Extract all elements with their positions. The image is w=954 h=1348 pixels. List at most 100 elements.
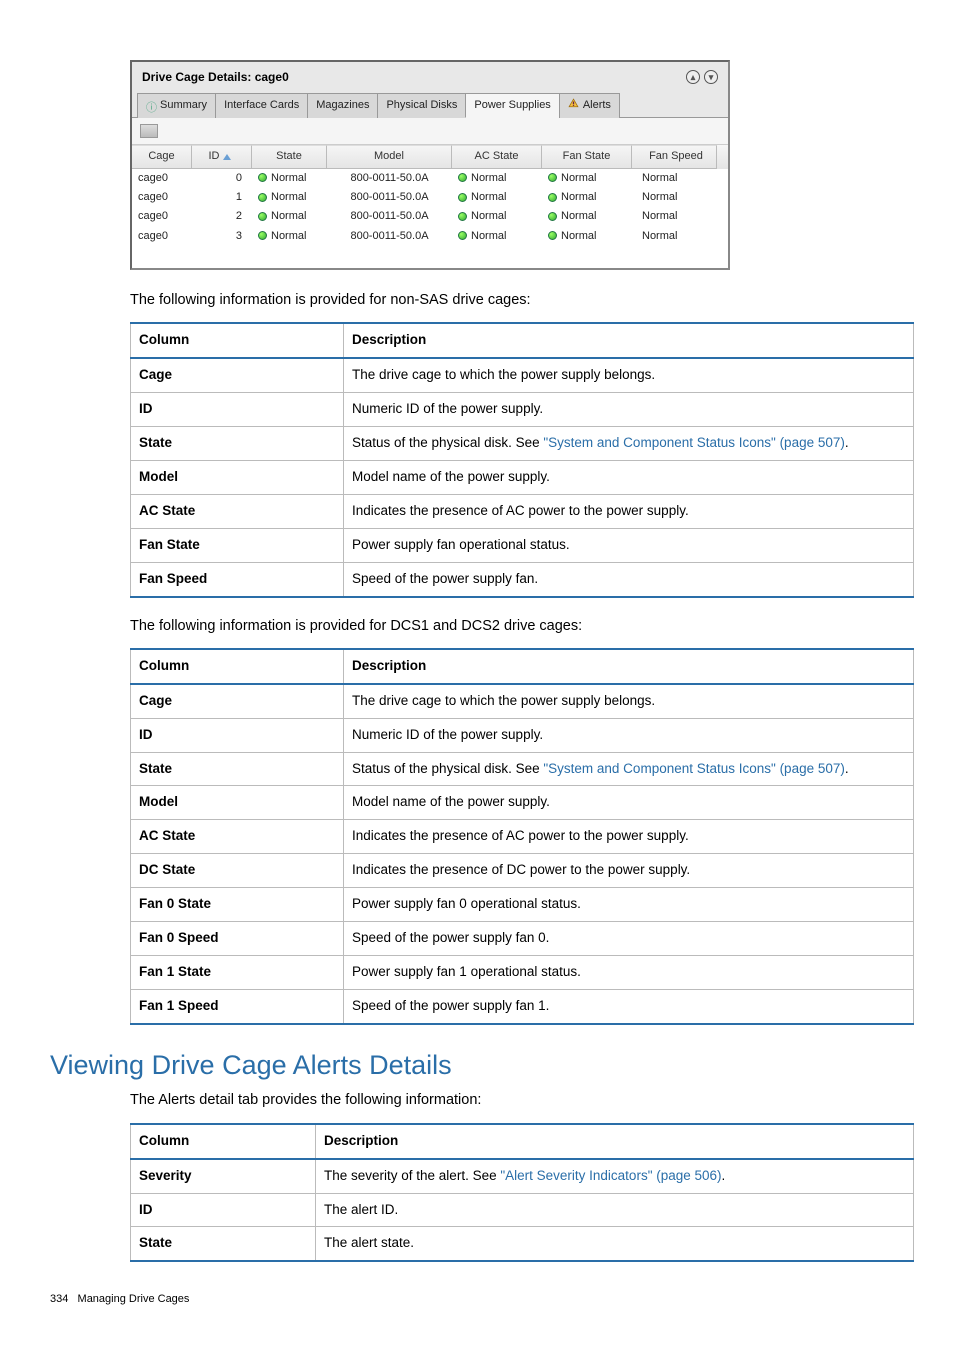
table-row: AC StateIndicates the presence of AC pow…: [131, 820, 914, 854]
section-heading: Viewing Drive Cage Alerts Details: [50, 1047, 914, 1085]
table-row[interactable]: cage02Normal800-0011-50.0ANormalNormalNo…: [132, 207, 728, 226]
th-desc: Description: [316, 1124, 914, 1159]
table-row: IDThe alert ID.: [131, 1193, 914, 1227]
column-name: Fan 0 State: [131, 888, 344, 922]
column-name: Fan 0 Speed: [131, 921, 344, 955]
column-name: ID: [131, 393, 344, 427]
table-row: Fan SpeedSpeed of the power supply fan.: [131, 562, 914, 596]
tab-interface-cards[interactable]: Interface Cards: [215, 93, 308, 118]
column-desc: Speed of the power supply fan 1.: [344, 989, 914, 1023]
th-desc: Description: [344, 323, 914, 358]
column-name: Fan 1 Speed: [131, 989, 344, 1023]
column-name: DC State: [131, 854, 344, 888]
export-icon[interactable]: [140, 124, 158, 138]
col-cage[interactable]: Cage: [132, 145, 192, 168]
tab-label: Interface Cards: [224, 98, 299, 113]
column-desc: Indicates the presence of DC power to th…: [344, 854, 914, 888]
th-column: Column: [131, 1124, 316, 1159]
column-desc: Power supply fan 1 operational status.: [344, 955, 914, 989]
col-fan[interactable]: Fan State: [542, 145, 632, 168]
col-speed[interactable]: Fan Speed: [632, 145, 717, 168]
column-name: State: [131, 752, 344, 786]
table-row: SeverityThe severity of the alert. See "…: [131, 1159, 914, 1193]
table-row: ModelModel name of the power supply.: [131, 786, 914, 820]
col-ac[interactable]: AC State: [452, 145, 542, 168]
column-name: State: [131, 427, 344, 461]
info-icon: [146, 101, 156, 111]
tab-label: Magazines: [316, 98, 369, 113]
table-row: CageThe drive cage to which the power su…: [131, 358, 914, 392]
grid-body: cage00Normal800-0011-50.0ANormalNormalNo…: [132, 169, 728, 247]
table-row[interactable]: cage03Normal800-0011-50.0ANormalNormalNo…: [132, 227, 728, 246]
tab-magazines[interactable]: Magazines: [307, 93, 378, 118]
col-state[interactable]: State: [252, 145, 327, 168]
table-row[interactable]: cage01Normal800-0011-50.0ANormalNormalNo…: [132, 188, 728, 207]
sort-asc-icon: [223, 154, 231, 160]
tab-alerts[interactable]: Alerts: [559, 93, 620, 118]
col-model[interactable]: Model: [327, 145, 452, 168]
tab-power-supplies[interactable]: Power Supplies: [465, 93, 559, 118]
section2-para: The Alerts detail tab provides the follo…: [130, 1090, 914, 1110]
drive-cage-panel: Drive Cage Details: cage0 ▴ ▾ Summary Int…: [130, 60, 730, 270]
table-row[interactable]: cage00Normal800-0011-50.0ANormalNormalNo…: [132, 169, 728, 188]
table-row: Fan StatePower supply fan operational st…: [131, 528, 914, 562]
col-id[interactable]: ID: [192, 145, 252, 168]
desc-table-nonsas: Column Description CageThe drive cage to…: [130, 322, 914, 597]
column-desc: Speed of the power supply fan 0.: [344, 921, 914, 955]
table-row: AC StateIndicates the presence of AC pow…: [131, 494, 914, 528]
column-desc: The severity of the alert. See "Alert Se…: [316, 1159, 914, 1193]
th-desc: Description: [344, 649, 914, 684]
table-row: CageThe drive cage to which the power su…: [131, 684, 914, 718]
column-desc: Model name of the power supply.: [344, 786, 914, 820]
table-row: StateThe alert state.: [131, 1227, 914, 1261]
grid-spacer: [132, 246, 728, 268]
desc-table-alerts: Column Description SeverityThe severity …: [130, 1123, 914, 1263]
desc-table-dcs: Column Description CageThe drive cage to…: [130, 648, 914, 1025]
cross-ref-link[interactable]: "System and Component Status Icons" (pag…: [543, 435, 845, 450]
tabs: Summary Interface Cards Magazines Physical …: [132, 92, 728, 118]
column-name: Fan State: [131, 528, 344, 562]
column-desc: Status of the physical disk. See "System…: [344, 427, 914, 461]
column-name: Model: [131, 786, 344, 820]
tab-label: Summary: [160, 98, 207, 113]
alert-icon: [568, 98, 579, 114]
column-desc: The alert state.: [316, 1227, 914, 1261]
collapse-up-icon[interactable]: ▴: [686, 70, 700, 84]
chapter-name: Managing Drive Cages: [78, 1293, 190, 1305]
table-row: IDNumeric ID of the power supply.: [131, 718, 914, 752]
column-desc: Model name of the power supply.: [344, 461, 914, 495]
status-icon: [258, 193, 267, 202]
table-row: StateStatus of the physical disk. See "S…: [131, 752, 914, 786]
table-row: Fan 0 SpeedSpeed of the power supply fan…: [131, 921, 914, 955]
column-name: Fan 1 State: [131, 955, 344, 989]
column-name: Severity: [131, 1159, 316, 1193]
column-desc: Status of the physical disk. See "System…: [344, 752, 914, 786]
status-icon: [548, 193, 557, 202]
tab-summary[interactable]: Summary: [137, 93, 216, 118]
tab-physical-disks[interactable]: Physical Disks: [377, 93, 466, 118]
column-desc: The drive cage to which the power supply…: [344, 358, 914, 392]
cross-ref-link[interactable]: "Alert Severity Indicators" (page 506): [500, 1168, 721, 1183]
status-icon: [458, 173, 467, 182]
page-number: 334: [50, 1293, 68, 1305]
tab-label: Alerts: [583, 98, 611, 113]
column-name: ID: [131, 718, 344, 752]
column-name: Cage: [131, 358, 344, 392]
status-icon: [458, 193, 467, 202]
collapse-down-icon[interactable]: ▾: [704, 70, 718, 84]
status-icon: [258, 173, 267, 182]
panel-title-text: Drive Cage Details: cage0: [142, 69, 289, 86]
cross-ref-link[interactable]: "System and Component Status Icons" (pag…: [543, 761, 845, 776]
column-desc: The drive cage to which the power supply…: [344, 684, 914, 718]
column-name: AC State: [131, 494, 344, 528]
column-name: State: [131, 1227, 316, 1261]
table-row: ModelModel name of the power supply.: [131, 461, 914, 495]
table-row: IDNumeric ID of the power supply.: [131, 393, 914, 427]
status-icon: [258, 212, 267, 221]
column-name: Cage: [131, 684, 344, 718]
status-icon: [548, 231, 557, 240]
status-icon: [548, 212, 557, 221]
column-desc: The alert ID.: [316, 1193, 914, 1227]
column-name: ID: [131, 1193, 316, 1227]
grid-header: Cage ID State Model AC State Fan State F…: [132, 145, 728, 168]
